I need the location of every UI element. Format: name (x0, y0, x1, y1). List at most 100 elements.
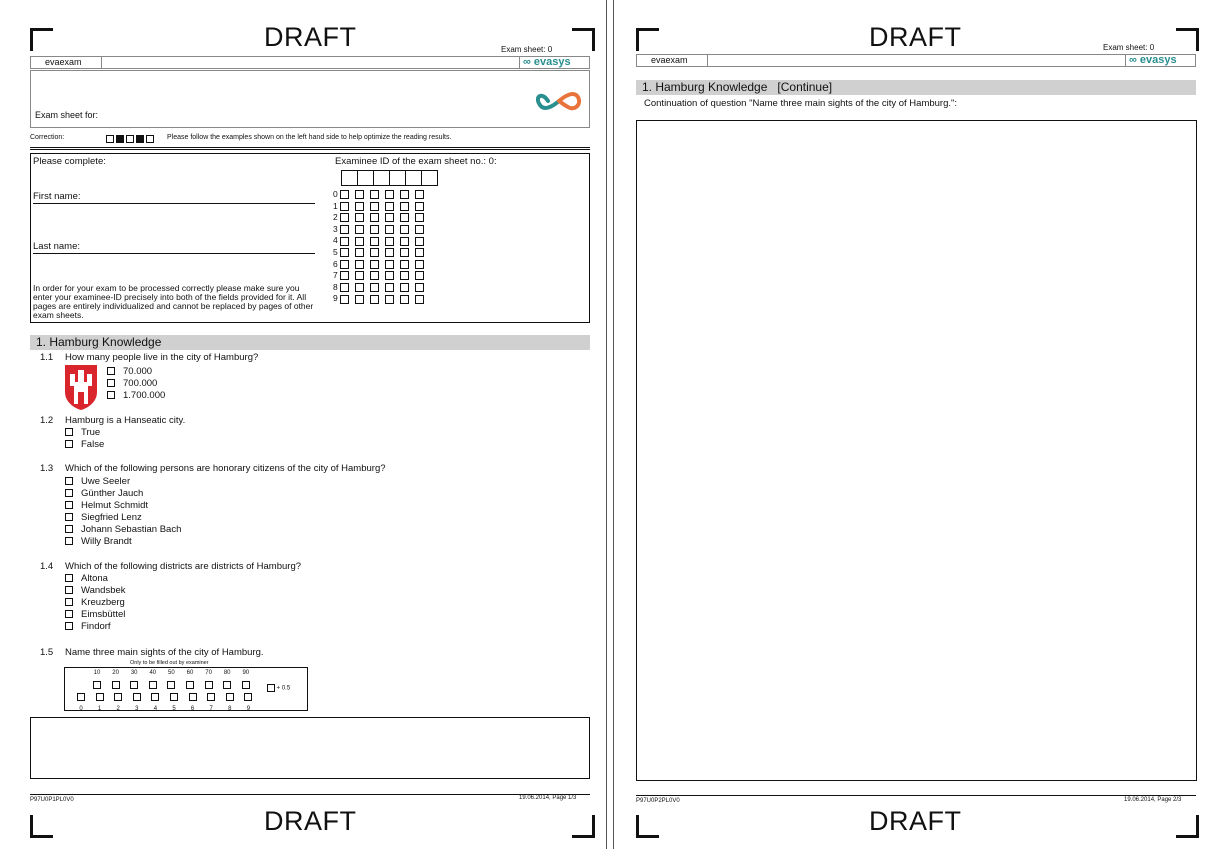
answer-checkbox[interactable] (65, 501, 73, 510)
answer-checkbox[interactable] (65, 440, 73, 449)
id-digit-checkbox[interactable] (340, 201, 349, 211)
id-digit-checkbox[interactable] (415, 294, 424, 304)
answer-checkbox[interactable] (65, 525, 73, 534)
option-1-1-c[interactable]: 1.700.000 (107, 390, 165, 401)
answer-checkbox[interactable] (65, 610, 73, 619)
id-digit-checkbox[interactable] (400, 236, 409, 246)
score-ones-option[interactable]: 5 (168, 688, 180, 713)
id-digit-checkbox[interactable] (340, 225, 349, 235)
id-digit-checkbox[interactable] (355, 248, 364, 258)
score-ones-option[interactable]: 8 (224, 688, 236, 713)
id-digit-checkbox[interactable] (400, 225, 409, 235)
id-digit-checkbox[interactable] (355, 236, 364, 246)
id-digit-checkbox[interactable] (385, 283, 394, 293)
id-digit-checkbox[interactable] (415, 248, 424, 258)
answer-checkbox[interactable] (65, 622, 73, 631)
id-digit-checkbox[interactable] (370, 236, 379, 246)
option-1-1-b[interactable]: 700.000 (107, 378, 157, 389)
last-name-field[interactable] (33, 252, 315, 254)
id-digit-checkbox[interactable] (355, 294, 364, 304)
score-checkbox[interactable] (244, 692, 253, 701)
score-checkbox[interactable] (207, 692, 216, 701)
id-digit-checkbox[interactable] (385, 201, 394, 211)
option-1-3-b[interactable]: Günther Jauch (65, 488, 143, 499)
id-digit-checkbox[interactable] (400, 190, 409, 200)
id-digit-checkbox[interactable] (415, 190, 424, 200)
answer-checkbox[interactable] (65, 489, 73, 498)
id-digit-checkbox[interactable] (385, 248, 394, 258)
answer-checkbox[interactable] (65, 477, 73, 486)
id-digit-checkbox[interactable] (355, 190, 364, 200)
option-1-1-a[interactable]: 70.000 (107, 366, 152, 377)
id-digit-checkbox[interactable] (340, 190, 349, 200)
id-digit-checkbox[interactable] (385, 271, 394, 281)
id-digit-checkbox[interactable] (355, 213, 364, 223)
id-digit-checkbox[interactable] (415, 201, 424, 211)
id-digit-checkbox[interactable] (385, 190, 394, 200)
id-digit-checkbox[interactable] (370, 248, 379, 258)
id-digit-checkbox[interactable] (415, 225, 424, 235)
score-ones-option[interactable]: 3 (131, 688, 143, 713)
answer-checkbox[interactable] (107, 379, 115, 388)
half-point-checkbox[interactable] (267, 684, 275, 692)
id-digit-checkbox[interactable] (370, 294, 379, 304)
continuation-answer-box[interactable] (636, 120, 1197, 781)
score-ones-option[interactable]: 9 (242, 688, 254, 713)
score-checkbox[interactable] (95, 692, 104, 701)
id-digit-checkbox[interactable] (385, 236, 394, 246)
id-digit-checkbox[interactable] (340, 283, 349, 293)
id-digit-checkbox[interactable] (415, 283, 424, 293)
id-digit-checkbox[interactable] (370, 283, 379, 293)
id-digit-checkbox[interactable] (370, 190, 379, 200)
id-digit-checkbox[interactable] (340, 259, 349, 269)
id-digit-checkbox[interactable] (340, 236, 349, 246)
id-digit-checkbox[interactable] (385, 213, 394, 223)
id-digit-checkbox[interactable] (355, 271, 364, 281)
half-point-option[interactable]: + 0.5 (267, 684, 290, 692)
option-1-3-c[interactable]: Helmut Schmidt (65, 500, 148, 511)
id-digit-checkbox[interactable] (340, 248, 349, 258)
id-digit-checkbox[interactable] (340, 271, 349, 281)
id-digit-checkbox[interactable] (400, 248, 409, 258)
id-digit-checkbox[interactable] (385, 225, 394, 235)
option-1-4-c[interactable]: Kreuzberg (65, 597, 125, 608)
option-1-4-a[interactable]: Altona (65, 573, 108, 584)
score-checkbox[interactable] (225, 692, 234, 701)
id-digit-checkbox[interactable] (340, 294, 349, 304)
answer-checkbox[interactable] (107, 367, 115, 376)
id-digit-checkbox[interactable] (385, 294, 394, 304)
answer-writing-box[interactable] (30, 717, 590, 779)
id-digit-checkbox[interactable] (400, 213, 409, 223)
id-digit-checkbox[interactable] (400, 271, 409, 281)
id-digit-checkbox[interactable] (400, 259, 409, 269)
answer-checkbox[interactable] (65, 574, 73, 583)
score-checkbox[interactable] (132, 692, 141, 701)
score-ones-option[interactable]: 7 (205, 688, 217, 713)
id-digit-checkbox[interactable] (370, 259, 379, 269)
examinee-id-write-boxes[interactable] (341, 170, 438, 186)
option-1-3-f[interactable]: Willy Brandt (65, 536, 132, 547)
option-1-4-d[interactable]: Eimsbüttel (65, 609, 125, 620)
id-digit-checkbox[interactable] (355, 283, 364, 293)
score-ones-option[interactable]: 4 (149, 688, 161, 713)
option-1-2-b[interactable]: False (65, 439, 104, 450)
score-ones-option[interactable]: 0 (75, 688, 87, 713)
option-1-3-a[interactable]: Uwe Seeler (65, 476, 130, 487)
id-digit-checkbox[interactable] (415, 271, 424, 281)
id-digit-checkbox[interactable] (400, 201, 409, 211)
id-digit-checkbox[interactable] (415, 259, 424, 269)
id-digit-checkbox[interactable] (370, 225, 379, 235)
id-digit-checkbox[interactable] (355, 225, 364, 235)
id-digit-checkbox[interactable] (370, 271, 379, 281)
score-checkbox[interactable] (114, 692, 123, 701)
score-checkbox[interactable] (77, 692, 85, 701)
id-digit-checkbox[interactable] (355, 201, 364, 211)
option-1-2-a[interactable]: True (65, 427, 100, 438)
answer-checkbox[interactable] (65, 598, 73, 607)
id-digit-checkbox[interactable] (370, 201, 379, 211)
option-1-3-e[interactable]: Johann Sebastian Bach (65, 524, 181, 535)
score-ones-option[interactable]: 1 (94, 688, 106, 713)
option-1-3-d[interactable]: Siegfried Lenz (65, 512, 142, 523)
score-ones-option[interactable]: 6 (187, 688, 199, 713)
score-checkbox[interactable] (188, 692, 197, 701)
